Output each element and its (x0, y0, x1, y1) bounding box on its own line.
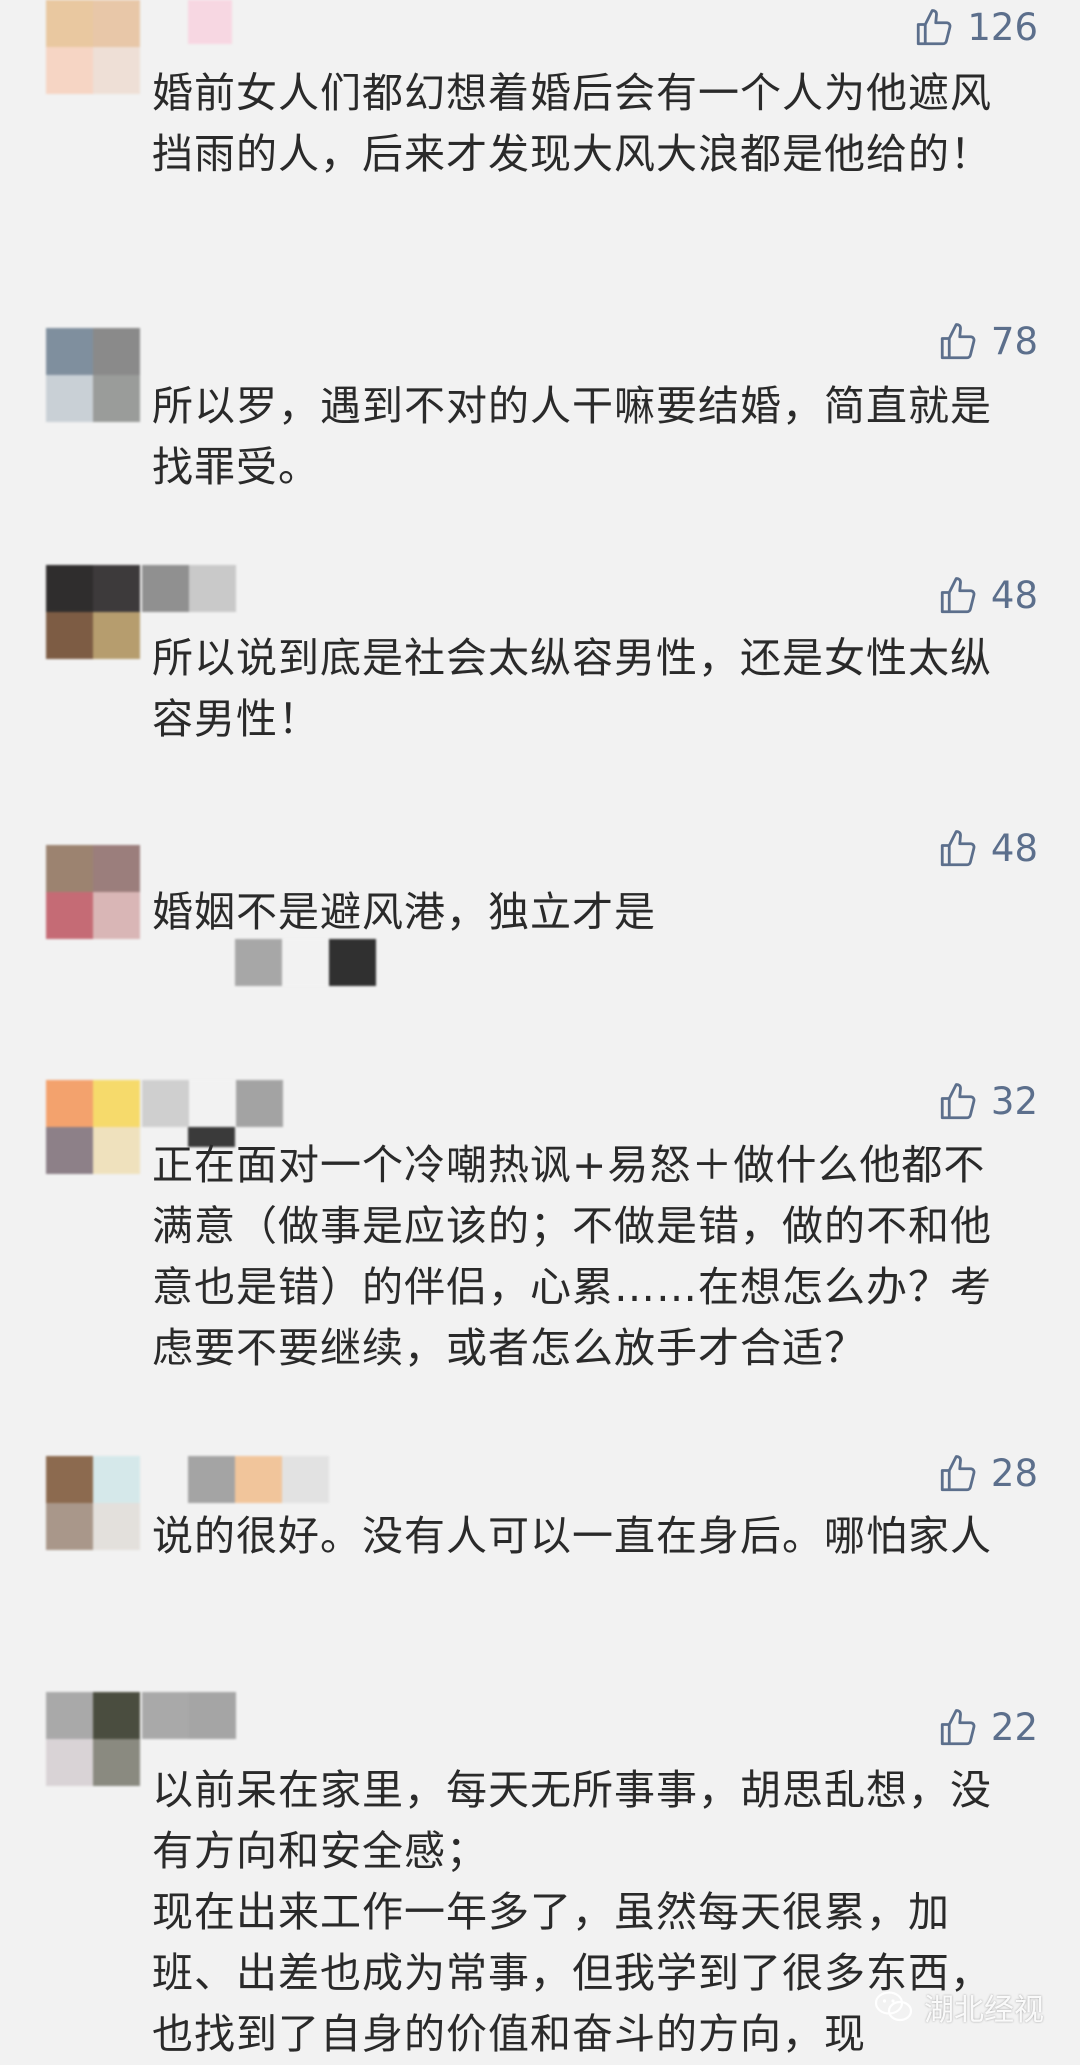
thumbs-up-icon (940, 576, 976, 613)
avatar[interactable] (46, 845, 140, 939)
thumbs-up-icon (940, 1082, 976, 1119)
username-mosaic[interactable] (188, 0, 232, 47)
like-button[interactable]: 32 (937, 1080, 1038, 1123)
thumbs-up-icon (940, 829, 976, 866)
username-mosaic[interactable] (142, 1692, 236, 1739)
like-button[interactable]: 126 (913, 6, 1038, 49)
username-mosaic[interactable] (235, 939, 376, 986)
like-count: 78 (990, 320, 1038, 363)
like-count: 48 (990, 827, 1038, 870)
thumbs-up-icon (917, 8, 952, 45)
avatar[interactable] (46, 1692, 140, 1786)
avatar[interactable] (46, 1456, 140, 1550)
wechat-icon (874, 1991, 913, 2022)
like-count: 32 (990, 1080, 1038, 1123)
thumbs-up-icon (940, 1708, 976, 1745)
comment-text: 正在面对一个冷嘲热讽+易怒＋做什么他都不满意（做事是应该的；不做是错，做的不和他… (152, 1141, 992, 1372)
username-mosaic[interactable] (188, 1456, 329, 1503)
like-button[interactable]: 48 (937, 574, 1038, 617)
like-button[interactable]: 48 (937, 827, 1038, 870)
username-mosaic[interactable] (142, 565, 236, 612)
avatar[interactable] (46, 328, 140, 422)
like-button[interactable]: 28 (937, 1452, 1038, 1495)
avatar[interactable] (46, 0, 140, 94)
like-count: 22 (990, 1706, 1038, 1749)
watermark-text: 湖北经视 (924, 1993, 1044, 2028)
comment-text: 所以罗，遇到不对的人干嘛要结婚，简直就是找罪受。 (152, 382, 992, 491)
source-watermark: 湖北经视 (874, 1985, 1044, 2029)
thumbs-up-icon (940, 1454, 976, 1491)
like-count: 126 (967, 6, 1038, 49)
like-button[interactable]: 78 (937, 320, 1038, 363)
comment-text: 婚前女人们都幻想着婚后会有一个人为他遮风挡雨的人，后来才发现大风大浪都是他给的！ (152, 69, 992, 178)
avatar[interactable] (46, 565, 140, 659)
avatar[interactable] (46, 1080, 140, 1174)
like-count: 48 (990, 574, 1038, 617)
like-button[interactable]: 22 (937, 1706, 1038, 1749)
thumbs-up-icon (940, 322, 976, 359)
like-count: 28 (990, 1452, 1038, 1495)
comment-text: 说的很好。没有人可以一直在身后。哪怕家人 (152, 1512, 992, 1560)
username-mosaic[interactable] (142, 1080, 283, 1127)
comment-text: 所以说到底是社会太纵容男性，还是女性太纵容男性！ (152, 634, 992, 743)
comment-text: 婚姻不是避风港，独立才是 (152, 888, 656, 936)
